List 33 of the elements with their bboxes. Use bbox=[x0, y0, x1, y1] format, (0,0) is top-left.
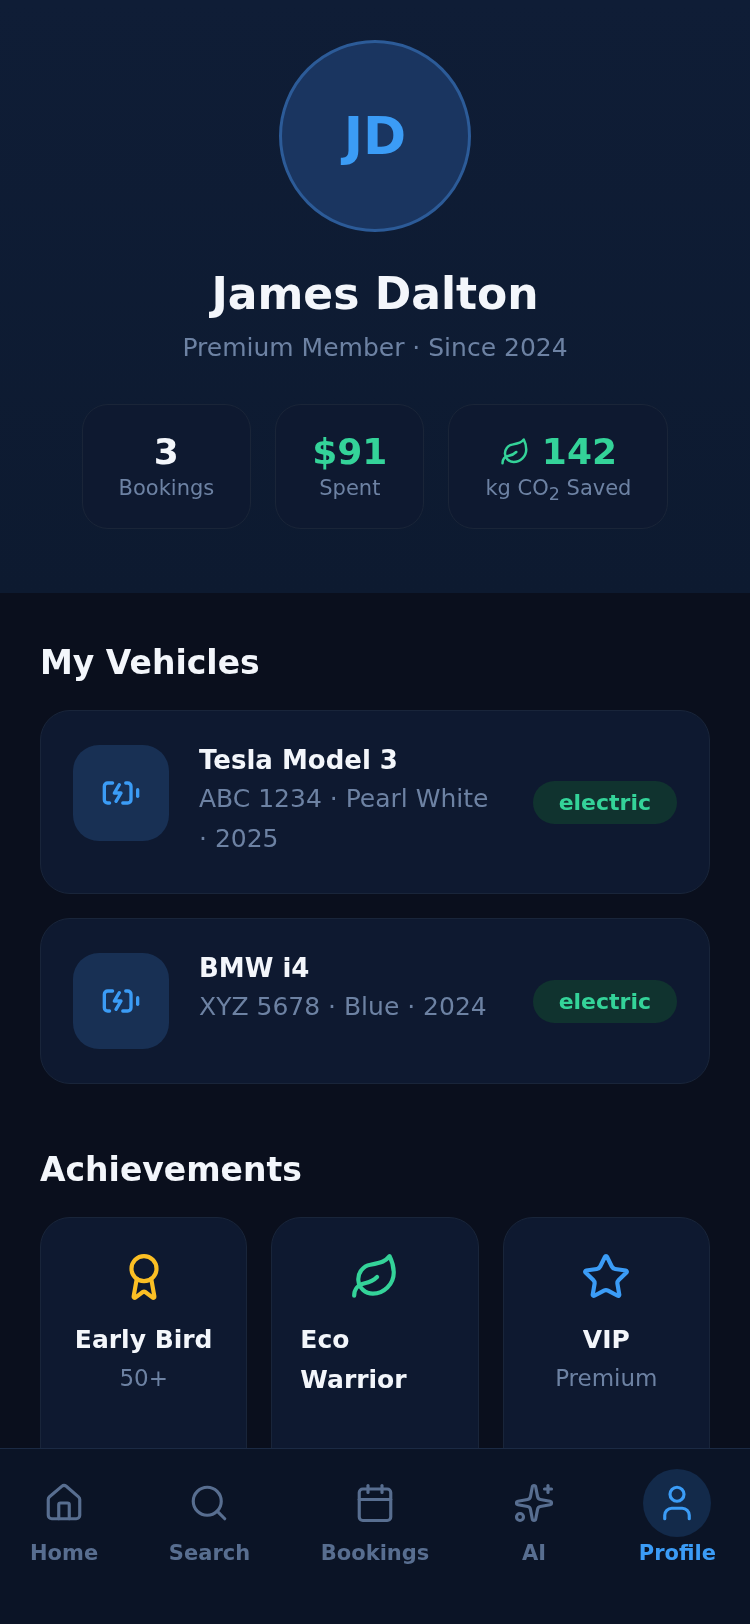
stat-value: 3 bbox=[153, 431, 179, 472]
nav-tab[interactable]: AI bbox=[500, 1469, 569, 1624]
nav-tab[interactable]: Profile bbox=[638, 1469, 716, 1624]
achievement-title: VIP bbox=[582, 1324, 630, 1357]
nav-tab[interactable]: Bookings bbox=[320, 1469, 430, 1624]
achievement-title: Early Bird bbox=[74, 1324, 213, 1357]
achievement-title: Eco Warrior bbox=[300, 1324, 408, 1397]
vehicle-card[interactable]: Tesla Model 3 ABC 1234 · Pearl White · 2025 electric bbox=[40, 710, 710, 895]
achievement-description: Premium bbox=[555, 1364, 658, 1394]
avatar: JD bbox=[279, 40, 471, 232]
vehicle-details: XYZ 5678 · Blue · 2024 bbox=[199, 991, 488, 1024]
battery-charging-icon bbox=[73, 745, 169, 842]
stat-value: $91 bbox=[312, 431, 388, 472]
battery-charging-icon bbox=[73, 953, 169, 1050]
vehicle-name: Tesla Model 3 bbox=[199, 745, 399, 776]
fuel-type-tag: electric bbox=[532, 780, 677, 824]
leaf-icon bbox=[499, 436, 530, 467]
stat-label: kg CO$_{2}$ Saved bbox=[485, 476, 632, 505]
section-title: My Vehicles bbox=[40, 643, 261, 683]
stat-value: 142 bbox=[541, 431, 617, 472]
vehicle-name: BMW i4 bbox=[199, 953, 311, 984]
membership-text: Premium Member · Since 2024 bbox=[182, 333, 568, 362]
stat-label: Bookings bbox=[118, 476, 215, 500]
section-title: Achievements bbox=[40, 1150, 303, 1190]
sparkles-icon bbox=[513, 1482, 556, 1524]
profile-name: James Dalton bbox=[211, 268, 539, 319]
stat-label: Spent bbox=[319, 476, 381, 500]
nav-tab[interactable]: Search bbox=[168, 1469, 251, 1624]
vehicle-card[interactable]: BMW i4 XYZ 5678 · Blue · 2024 electric bbox=[40, 918, 710, 1085]
fuel-type-tag: electric bbox=[532, 979, 677, 1023]
achievement-description: 50+ bbox=[119, 1364, 168, 1394]
vehicle-details: ABC 1234 · Pearl White · 2025 bbox=[199, 783, 490, 856]
nav-tab[interactable]: Home bbox=[30, 1469, 99, 1624]
